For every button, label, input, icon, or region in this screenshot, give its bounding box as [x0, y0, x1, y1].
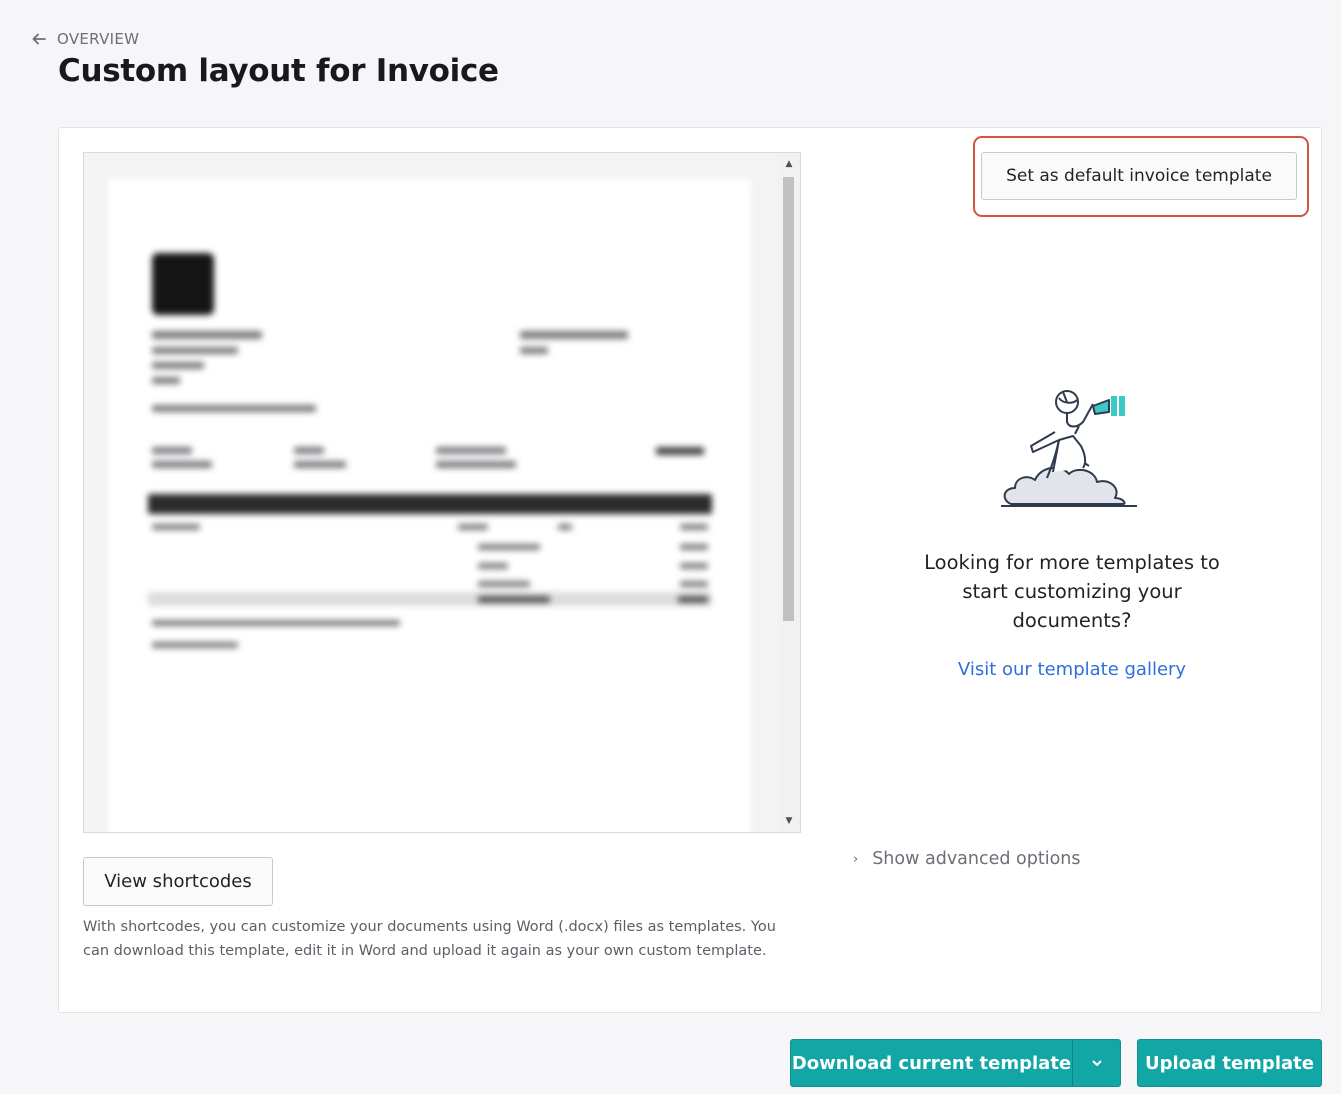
- chevron-down-icon: [1092, 1060, 1101, 1066]
- show-advanced-options-toggle[interactable]: › Show advanced options: [853, 849, 1081, 869]
- template-gallery-link[interactable]: Visit our template gallery: [901, 659, 1243, 680]
- upload-template-button[interactable]: Upload template: [1137, 1039, 1322, 1087]
- back-to-overview-link[interactable]: OVERVIEW: [30, 30, 139, 48]
- advanced-options-label: Show advanced options: [872, 849, 1081, 869]
- download-options-dropdown[interactable]: [1072, 1040, 1120, 1086]
- explorer-telescope-illustration: [1001, 390, 1137, 507]
- back-link-label: OVERVIEW: [57, 30, 140, 48]
- preview-scrollbar[interactable]: ▲ ▼: [778, 153, 800, 832]
- scroll-down-arrow-icon[interactable]: ▼: [778, 812, 800, 830]
- set-default-template-button[interactable]: Set as default invoice template: [981, 152, 1297, 200]
- invoice-preview-page: [108, 179, 751, 832]
- download-current-template-button[interactable]: Download current template: [791, 1040, 1072, 1086]
- view-shortcodes-button[interactable]: View shortcodes: [83, 857, 273, 906]
- chevron-right-icon: ›: [853, 851, 859, 867]
- page-title: Custom layout for Invoice: [58, 53, 499, 89]
- shortcodes-help-text: With shortcodes, you can customize your …: [83, 919, 776, 959]
- template-card: ▲ ▼ Set as default invoice template Look…: [58, 127, 1322, 1013]
- scroll-up-arrow-icon[interactable]: ▲: [778, 155, 800, 173]
- arrow-left-icon: [32, 33, 46, 45]
- download-template-button-group: Download current template: [790, 1039, 1121, 1087]
- scroll-thumb[interactable]: [783, 177, 794, 621]
- template-preview[interactable]: ▲ ▼: [83, 152, 801, 833]
- templates-promo-text: Looking for more templates to start cust…: [924, 551, 1220, 632]
